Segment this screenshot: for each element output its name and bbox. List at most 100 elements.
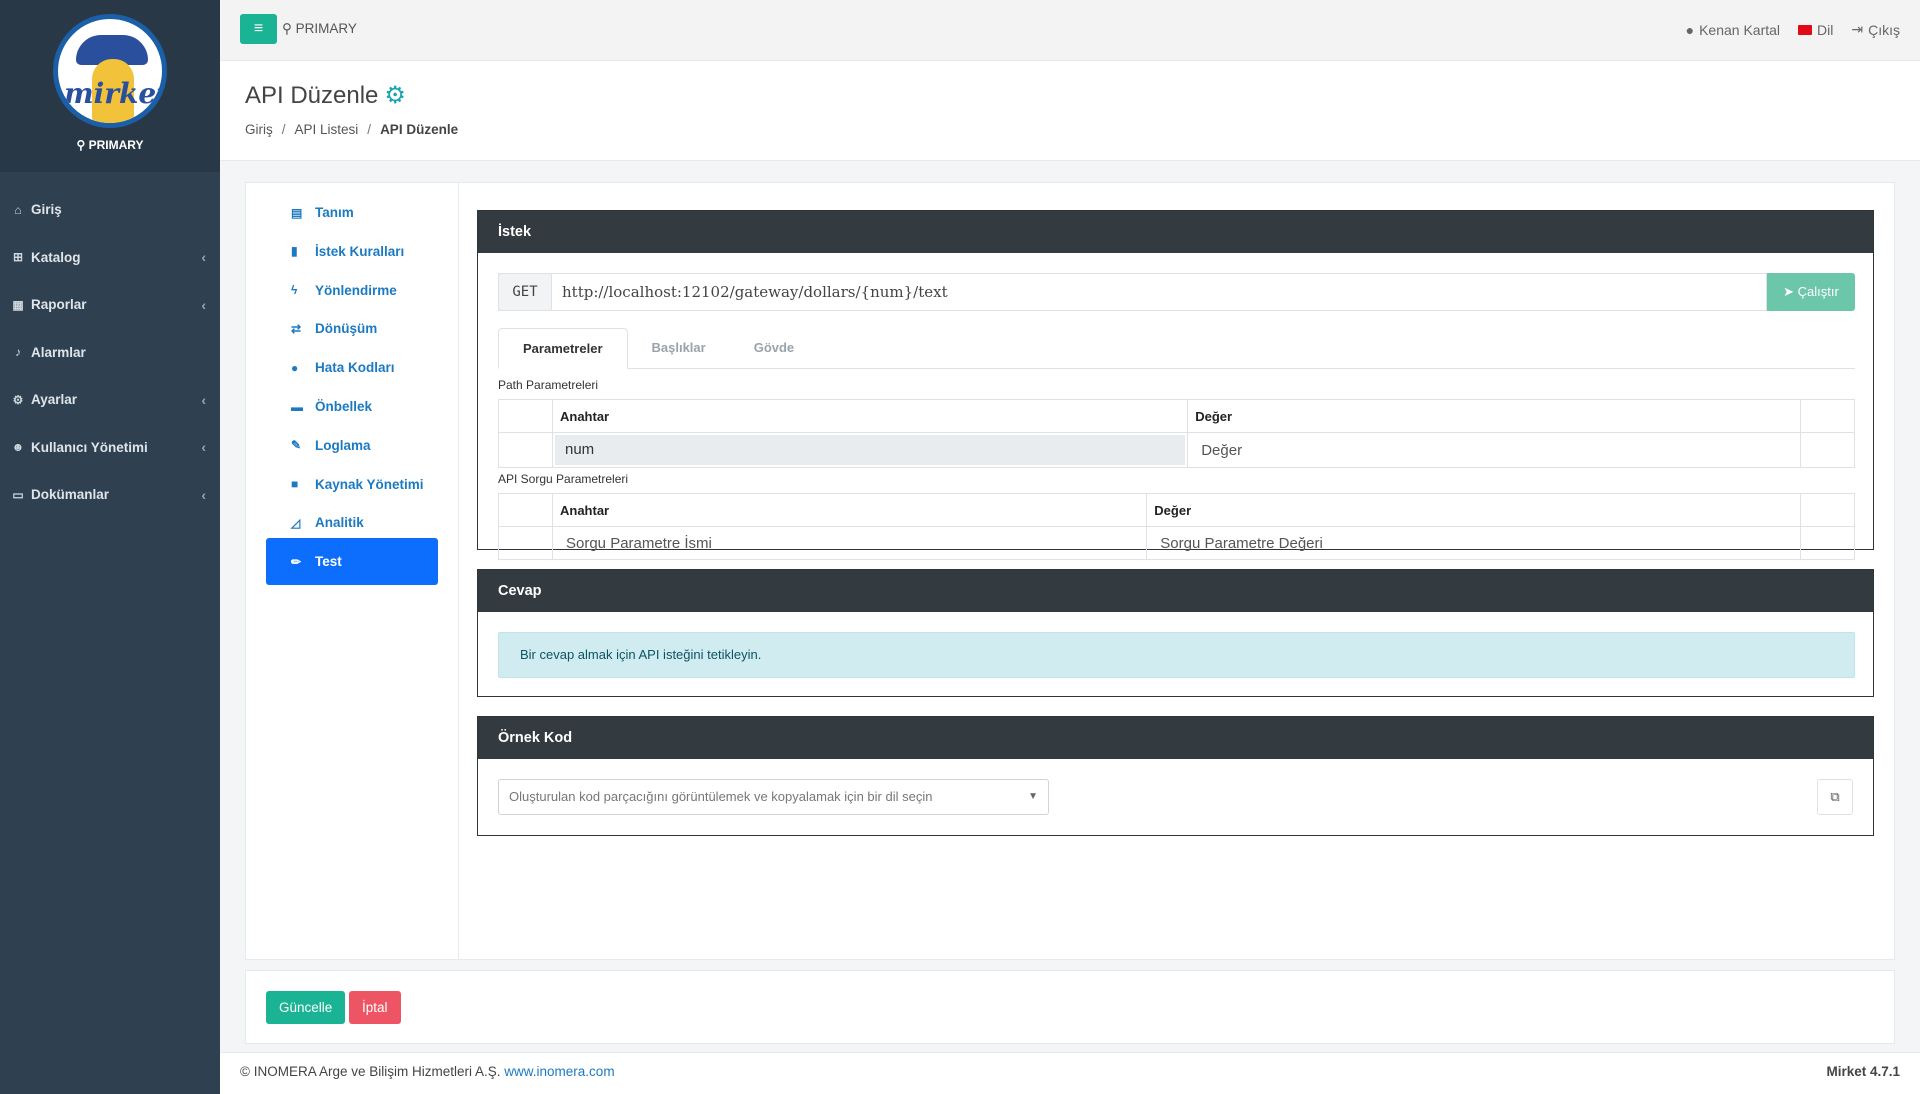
query-param-key-input[interactable]: Sorgu Parametre İsmi (560, 535, 712, 552)
sidebar-item-label: Alarmlar (31, 344, 86, 360)
sidebar-item-label: Giriş (31, 202, 62, 218)
request-url-input[interactable]: http://localhost:12102/gateway/dollars/{… (552, 273, 1767, 311)
path-param-key-input: num (555, 435, 1186, 465)
sample-code-box-title: Örnek Kod (478, 717, 1873, 759)
sidebar-item-ayarlar[interactable]: ⚙ Ayarlar ‹ (0, 376, 220, 424)
page-title: API Düzenle ⚙ (245, 81, 406, 110)
sidebar-item-raporlar[interactable]: ▦ Raporlar ‹ (0, 281, 220, 329)
sidebar-brand: mirket ⚲ PRIMARY (0, 0, 220, 172)
request-box: İstek GET http://localhost:12102/gateway… (477, 210, 1874, 560)
exchange-icon: ⇄ (291, 321, 302, 336)
chevron-left-icon: ‹ (201, 296, 206, 313)
form-actions: Güncelle İptal (245, 970, 1895, 1044)
sidebar: mirket ⚲ PRIMARY ⌂ Giriş ⊞ Katalog ‹ ▦ Raporla… (0, 0, 220, 1094)
footer-copyright: © INOMERA Arge ve Bilişim Hizmetleri A.Ş… (240, 1064, 615, 1079)
user-menu[interactable]: ● Kenan Kartal (1686, 21, 1780, 38)
home-icon: ⌂ (14, 202, 22, 217)
sample-code-box: Örnek Kod Oluşturulan kod parçacığını gö… (477, 716, 1874, 836)
breadcrumb: Giriş / API Listesi / API Düzenle (245, 122, 459, 137)
sidebar-item-alarmlar[interactable]: ♪ Alarmlar (0, 329, 220, 377)
chevron-left-icon: ‹ (201, 486, 206, 503)
update-button[interactable]: Güncelle (266, 991, 346, 1024)
query-param-value-input[interactable]: Sorgu Parametre Değeri (1154, 535, 1323, 552)
sitemap-icon: ⊞ (12, 250, 24, 265)
http-method: GET (498, 273, 552, 311)
breadcrumb-current: API Düzenle (380, 122, 459, 137)
header-value: Değer (1146, 493, 1801, 527)
feather-icon: ✎ (291, 438, 302, 453)
response-box-title: Cevap (478, 570, 1873, 612)
subnav-item-label: Önbellek (315, 399, 373, 414)
sidebar-nav: ⌂ Giriş ⊞ Katalog ‹ ▦ Raporlar ‹ ♪ Alarmlar ⚙ Ayarl… (0, 186, 220, 519)
subnav-item-label: Loglama (315, 437, 371, 453)
header-value: Değer (1187, 399, 1801, 433)
tab-0[interactable]: Parametreler (498, 328, 628, 369)
tab-1[interactable]: Başlıklar (628, 328, 730, 369)
sign-out-icon: ⇥ (1851, 21, 1864, 37)
request-tabs: Parametreler Başlıklar Gövde (498, 328, 1855, 369)
topbar: ≡ ⚲ PRIMARY ● Kenan Kartal Dil ⇥ Çıkış (220, 0, 1920, 61)
memory-icon: ▬ (291, 399, 303, 414)
logo-wordmark: mirket (64, 77, 167, 110)
subnav-item-label: Kaynak Yönetimi (315, 476, 424, 492)
subnav-item-label: Hata Kodları (315, 360, 395, 376)
response-info-alert: Bir cevap almak için API isteğini tetikl… (498, 632, 1855, 678)
row-empty (498, 526, 553, 560)
header-actions (1800, 493, 1855, 527)
row-empty (498, 432, 553, 468)
sidebar-item-kullanıcı-yönetimi[interactable]: ☻ Kullanıcı Yönetimi ‹ (0, 424, 220, 472)
path-params-label: Path Parametreleri (498, 378, 599, 392)
exclamation-icon: ● (291, 360, 299, 375)
mirket-logo[interactable]: mirket (53, 14, 167, 128)
brand-environment-label: ⚲ PRIMARY (76, 138, 144, 152)
api-edit-subnav: ▤ Tanım ▮ İstek Kuralları ϟ Yönlendirme ⇄ Dönüş… (246, 183, 459, 959)
user-icon: ⚲ (76, 138, 86, 152)
tab-2[interactable]: Gövde (730, 328, 818, 369)
subnav-item-label: Yönlendirme (315, 282, 397, 298)
path-param-value-cell[interactable]: Değer (1187, 432, 1801, 468)
cancel-button[interactable]: İptal (349, 991, 401, 1024)
logout-link[interactable]: ⇥ Çıkış (1851, 21, 1900, 38)
sidebar-item-giriş[interactable]: ⌂ Giriş (0, 186, 220, 234)
path-param-value-input[interactable]: Değer (1195, 442, 1242, 459)
sidebar-item-label: Raporlar (31, 297, 87, 313)
file-icon: ▭ (12, 487, 24, 502)
users-icon: ☻ (11, 440, 25, 455)
cogs-icon: ⚙ (384, 82, 406, 109)
query-param-key-cell[interactable]: Sorgu Parametre İsmi (551, 526, 1148, 560)
copy-button[interactable]: ⧉ (1817, 779, 1853, 815)
breadcrumb-home[interactable]: Giriş (245, 122, 273, 137)
query-params-label: API Sorgu Parametreleri (498, 472, 629, 486)
breadcrumb-api-list[interactable]: API Listesi (295, 122, 359, 137)
header-key: Anahtar (551, 493, 1148, 527)
bell-icon: ♪ (15, 345, 21, 360)
sidebar-item-dokümanlar[interactable]: ▭ Dokümanlar ‹ (0, 471, 220, 519)
run-button[interactable]: ➤ Çalıştır (1767, 273, 1855, 311)
response-box: Cevap Bir cevap almak için API isteğini … (477, 569, 1874, 697)
table-row: Sorgu Parametre İsmi Sorgu Parametre Değ… (498, 526, 1855, 560)
topbar-right: ● Kenan Kartal Dil ⇥ Çıkış (1686, 21, 1900, 38)
language-select[interactable]: Oluşturulan kod parçacığını görüntülemek… (498, 779, 1049, 815)
footer-link[interactable]: www.inomera.com (504, 1064, 614, 1079)
hamburger-icon: ≡ (253, 20, 264, 37)
header-empty (498, 399, 553, 433)
subnav-item-label: Tanım (315, 205, 354, 220)
subnav-item-9[interactable]: ✏ Test (266, 538, 438, 586)
turkey-flag-icon (1798, 24, 1813, 35)
table-header-row: Anahtar Değer (498, 399, 1855, 433)
query-param-value-cell[interactable]: Sorgu Parametre Değeri (1146, 526, 1801, 560)
environment-indicator: ⚲ PRIMARY (282, 21, 357, 36)
menu-toggle-button[interactable]: ≡ (240, 14, 277, 44)
chart-icon: ▦ (12, 297, 24, 312)
user-icon: ● (1685, 21, 1695, 38)
page-heading: API Düzenle ⚙ Giriş / API Listesi / API Düzen… (220, 61, 1920, 161)
request-box-title: İstek (478, 211, 1873, 253)
row-actions (1800, 432, 1855, 468)
sidebar-item-katalog[interactable]: ⊞ Katalog ‹ (0, 234, 220, 282)
sidebar-item-label: Katalog (31, 249, 81, 265)
path-params-table: Anahtar Değer num Değer (498, 399, 1855, 468)
lock-icon: ■ (291, 477, 299, 492)
area-chart-icon: ◿ (291, 515, 301, 530)
language-menu[interactable]: Dil (1798, 21, 1833, 38)
table-row: num Değer (498, 432, 1855, 468)
